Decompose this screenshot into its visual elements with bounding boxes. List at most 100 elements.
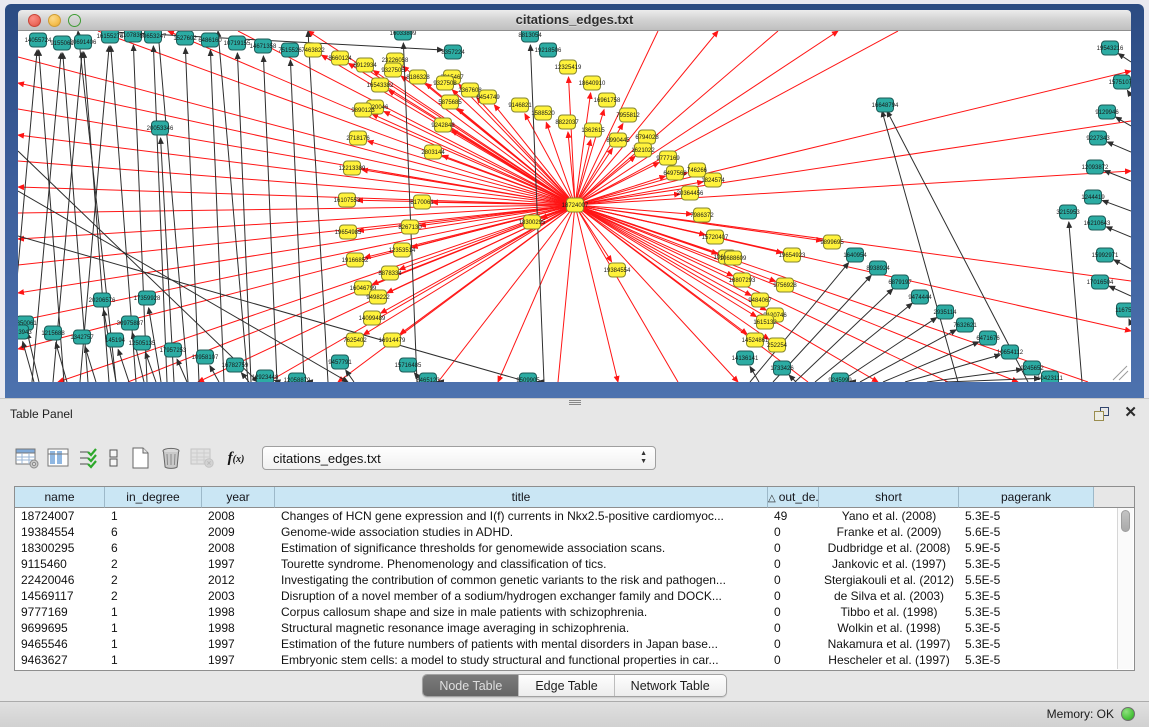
cell-name[interactable]: 9777169 [15,604,105,620]
table-row[interactable]: 969969511998Structural magnetic resonanc… [15,620,1117,636]
cell-year[interactable]: 1997 [202,652,275,668]
cell-short[interactable]: Stergiakouli et al. (2012) [819,572,959,588]
float-panel-button[interactable] [1094,407,1109,421]
cell-in_degree[interactable]: 1 [105,652,202,668]
cell-pagerank[interactable]: 5.6E-5 [959,524,1094,540]
cell-pagerank[interactable]: 5.3E-5 [959,652,1094,668]
cell-title[interactable]: Changes of HCN gene expression and I(f) … [275,508,768,524]
cell-title[interactable]: Estimation of significance thresholds fo… [275,540,768,556]
cell-out_degree[interactable]: 0 [768,556,819,572]
cell-short[interactable]: Jankovic et al. (1997) [819,556,959,572]
cell-title[interactable]: Structural magnetic resonance image aver… [275,620,768,636]
cell-in_degree[interactable]: 1 [105,508,202,524]
column-header-title[interactable]: title [275,487,768,508]
cell-name[interactable]: 14569117 [15,588,105,604]
cell-pagerank[interactable]: 5.3E-5 [959,604,1094,620]
cell-title[interactable]: Corpus callosum shape and size in male p… [275,604,768,620]
table-row[interactable]: 1872400712008Changes of HCN gene express… [15,508,1117,524]
tab-node-table[interactable]: Node Table [423,675,519,696]
table-row[interactable]: 946554611997Estimation of the future num… [15,636,1117,652]
cell-out_degree[interactable]: 0 [768,652,819,668]
unselect-columns-button[interactable] [107,446,121,471]
cell-name[interactable]: 9465546 [15,636,105,652]
table-row[interactable]: 1456911722003Disruption of a novel membe… [15,588,1117,604]
column-header-pagerank[interactable]: pagerank [959,487,1094,508]
delete-table-button[interactable] [189,446,214,471]
cell-in_degree[interactable]: 6 [105,540,202,556]
cell-title[interactable]: Investigating the contribution of common… [275,572,768,588]
cell-name[interactable]: 9463627 [15,652,105,668]
cell-pagerank[interactable]: 5.3E-5 [959,636,1094,652]
cell-short[interactable]: Dudbridge et al. (2008) [819,540,959,556]
table-mode-button[interactable] [14,446,39,471]
cell-in_degree[interactable]: 2 [105,556,202,572]
table-selector-dropdown[interactable]: citations_edges.txt ▲▼ [262,446,656,470]
table-row[interactable]: 1938455462009Genome-wide association stu… [15,524,1117,540]
table-row[interactable]: 2242004622012Investigating the contribut… [15,572,1117,588]
cell-in_degree[interactable]: 1 [105,636,202,652]
cell-short[interactable]: Wolkin et al. (1998) [819,620,959,636]
select-all-columns-button[interactable] [76,446,101,471]
cell-pagerank[interactable]: 5.5E-5 [959,572,1094,588]
column-header-year[interactable]: year [202,487,275,508]
cell-pagerank[interactable]: 5.3E-5 [959,588,1094,604]
table-row[interactable]: 977716911998Corpus callosum shape and si… [15,604,1117,620]
tab-network-table[interactable]: Network Table [615,675,726,696]
cell-title[interactable]: Disruption of a novel member of a sodium… [275,588,768,604]
column-header-out-degree[interactable]: △out_de... [768,487,819,508]
column-header-name[interactable]: name [15,487,105,508]
cell-year[interactable]: 2009 [202,524,275,540]
cell-in_degree[interactable]: 1 [105,604,202,620]
cell-name[interactable]: 22420046 [15,572,105,588]
cell-short[interactable]: Tibbo et al. (1998) [819,604,959,620]
cell-short[interactable]: Yano et al. (2008) [819,508,959,524]
cell-year[interactable]: 2008 [202,540,275,556]
cell-out_degree[interactable]: 0 [768,588,819,604]
cell-year[interactable]: 1998 [202,620,275,636]
cell-short[interactable]: Franke et al. (2009) [819,524,959,540]
show-columns-button[interactable] [45,446,70,471]
cell-pagerank[interactable]: 5.3E-5 [959,508,1094,524]
cell-in_degree[interactable]: 2 [105,588,202,604]
column-header-short[interactable]: short [819,487,959,508]
cell-year[interactable]: 1997 [202,636,275,652]
table-scrollbar[interactable] [1117,508,1133,669]
network-graph-canvas[interactable]: 1872400714055724915506120691406161552762… [18,31,1131,382]
cell-in_degree[interactable]: 2 [105,572,202,588]
cell-out_degree[interactable]: 0 [768,620,819,636]
cell-title[interactable]: Estimation of the future numbers of pati… [275,636,768,652]
cell-in_degree[interactable]: 6 [105,524,202,540]
cell-out_degree[interactable]: 0 [768,604,819,620]
cell-name[interactable]: 18300295 [15,540,105,556]
cell-year[interactable]: 1998 [202,604,275,620]
cell-pagerank[interactable]: 5.3E-5 [959,556,1094,572]
cell-title[interactable]: Embryonic stem cells: a model to study s… [275,652,768,668]
cell-out_degree[interactable]: 0 [768,540,819,556]
close-panel-button[interactable]: ✕ [1124,405,1137,421]
cell-name[interactable]: 18724007 [15,508,105,524]
cell-title[interactable]: Tourette syndrome. Phenomenology and cla… [275,556,768,572]
cell-out_degree[interactable]: 0 [768,636,819,652]
delete-columns-button[interactable] [158,446,183,471]
cell-name[interactable]: 19384554 [15,524,105,540]
cell-title[interactable]: Genome-wide association studies in ADHD. [275,524,768,540]
cell-out_degree[interactable]: 0 [768,572,819,588]
cell-name[interactable]: 9115460 [15,556,105,572]
cell-in_degree[interactable]: 1 [105,620,202,636]
cell-year[interactable]: 1997 [202,556,275,572]
table-row[interactable]: 1830029562008Estimation of significance … [15,540,1117,556]
cell-short[interactable]: Nakamura et al. (1997) [819,636,959,652]
cell-short[interactable]: Hescheler et al. (1997) [819,652,959,668]
scrollbar-thumb[interactable] [1121,510,1130,532]
function-builder-button[interactable]: f(x) [220,450,252,467]
cell-out_degree[interactable]: 49 [768,508,819,524]
table-row[interactable]: 911546021997Tourette syndrome. Phenomeno… [15,556,1117,572]
cell-pagerank[interactable]: 5.9E-5 [959,540,1094,556]
tab-edge-table[interactable]: Edge Table [519,675,614,696]
table-row[interactable]: 946362711997Embryonic stem cells: a mode… [15,652,1117,668]
cell-year[interactable]: 2012 [202,572,275,588]
cell-short[interactable]: de Silva et al. (2003) [819,588,959,604]
cell-out_degree[interactable]: 0 [768,524,819,540]
cell-pagerank[interactable]: 5.3E-5 [959,620,1094,636]
create-column-button[interactable] [127,446,152,471]
